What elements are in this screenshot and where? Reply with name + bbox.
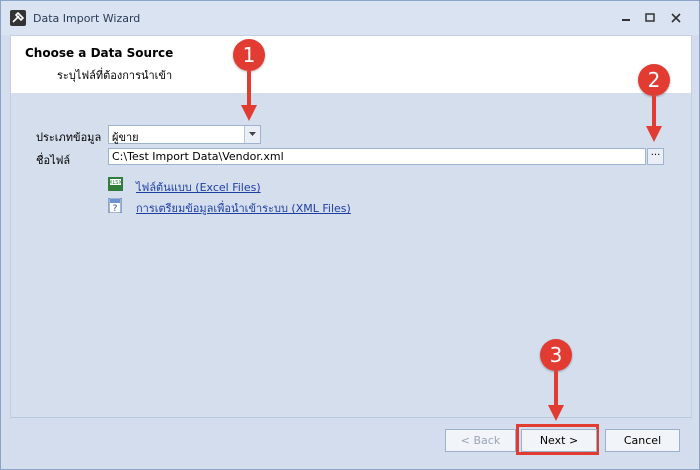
excel-file-icon: XLSX [108, 177, 123, 191]
page-subtitle: ระบุไฟล์ที่ต้องการนำเข้า [57, 69, 173, 82]
app-tools-icon [10, 10, 26, 26]
callout-2: 2 [638, 64, 670, 96]
page-title: Choose a Data Source [25, 46, 174, 60]
maximize-button[interactable] [639, 10, 661, 26]
chevron-down-icon [249, 132, 256, 136]
footer-divider [11, 417, 691, 418]
window-title: Data Import Wizard [33, 12, 141, 25]
cancel-button[interactable]: Cancel [605, 429, 680, 452]
next-button[interactable]: Next > [521, 429, 597, 452]
data-type-value: ผู้ขาย [112, 131, 139, 144]
data-type-dropdown[interactable]: ผู้ขาย [108, 125, 261, 144]
callout-3: 3 [540, 339, 572, 371]
svg-text:?: ? [113, 204, 118, 213]
arrow-down-icon [646, 96, 662, 142]
arrow-down-icon [548, 371, 564, 421]
minimize-button[interactable] [615, 10, 637, 26]
xml-guide-link[interactable]: การเตรียมข้อมูลเพื่อนำเข้าระบบ (XML File… [136, 199, 351, 217]
file-path-input[interactable] [108, 148, 646, 165]
data-type-label: ประเภทข้อมูล [36, 131, 102, 144]
arrow-down-icon [241, 71, 257, 121]
dropdown-button[interactable] [244, 126, 260, 143]
callout-1: 1 [233, 39, 265, 71]
excel-template-link[interactable]: ไฟล์ต้นแบบ (Excel Files) [136, 178, 261, 196]
help-document-icon: ? [108, 197, 122, 214]
svg-text:XLSX: XLSX [109, 180, 122, 186]
file-name-label: ชื่อไฟล์ [36, 154, 71, 167]
browse-button[interactable]: ··· [647, 148, 664, 165]
wizard-header: Choose a Data Source ระบุไฟล์ที่ต้องการน… [10, 35, 692, 94]
wizard-window: Data Import Wizard Choose a Data Source … [0, 0, 700, 470]
close-button[interactable] [665, 10, 687, 26]
title-bar: Data Import Wizard [1, 1, 699, 35]
back-button[interactable]: < Back [445, 429, 516, 452]
